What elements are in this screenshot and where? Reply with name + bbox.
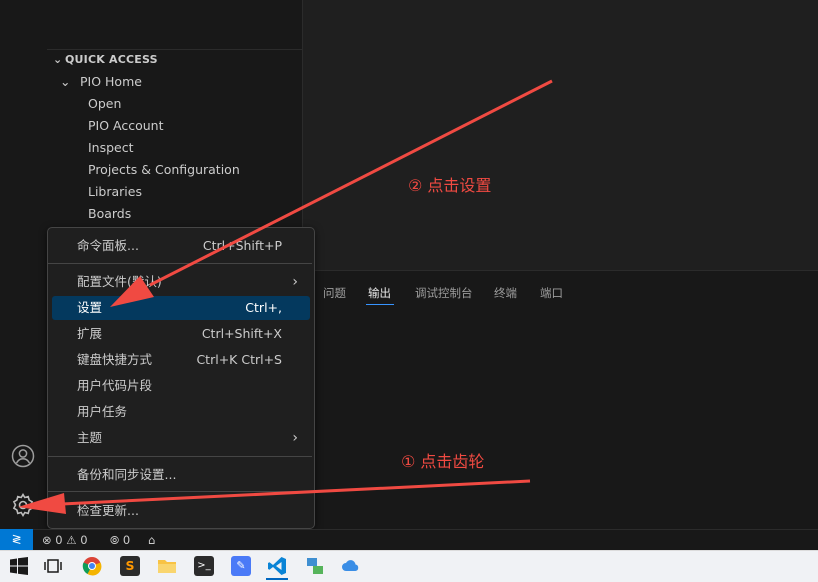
file-explorer-icon[interactable] [157, 557, 177, 578]
terminal-icon[interactable]: >_ [194, 556, 214, 576]
menu-item-user-tasks[interactable]: 用户任务 [52, 400, 310, 424]
chrome-icon[interactable] [82, 556, 102, 579]
menu-item-label: 主题 [77, 430, 103, 445]
menu-item-shortcut: Ctrl+K Ctrl+S [196, 352, 282, 367]
gear-icon[interactable] [10, 492, 36, 518]
tree-item-pio-home[interactable]: ⌄ PIO Home [60, 71, 315, 93]
editor-area [303, 0, 818, 270]
error-count: 0 [55, 533, 63, 547]
tab-ports[interactable]: 端口 [540, 285, 563, 301]
chevron-right-icon: › [292, 430, 298, 446]
tree-item-label: Libraries [88, 184, 142, 199]
tab-terminal[interactable]: 终端 [494, 285, 517, 301]
menu-item-shortcut: Ctrl+, [245, 300, 282, 315]
warning-icon: ⚠ [66, 533, 77, 547]
menu-item-profile[interactable]: 配置文件(默认) › [52, 270, 310, 294]
windows-start-icon[interactable] [10, 557, 28, 578]
menu-separator [48, 491, 312, 492]
network-app-icon[interactable] [305, 556, 325, 579]
remote-icon[interactable]: ≷ [0, 529, 33, 550]
menu-item-shortcut: Ctrl+Shift+P [202, 238, 282, 253]
tree-item-label: Open [88, 96, 122, 111]
menu-item-label: 配置文件(默认) [77, 274, 162, 289]
menu-item-user-snippets[interactable]: 用户代码片段 [52, 374, 310, 398]
tree-item-label: Projects & Configuration [88, 162, 240, 177]
menu-item-label: 备份和同步设置... [77, 467, 177, 482]
tab-debug-console[interactable]: 调试控制台 [415, 285, 473, 301]
menu-item-label: 命令面板... [77, 238, 139, 253]
broadcast-icon: ⦾ [110, 533, 120, 547]
ports-status[interactable]: ⦾ 0 [110, 533, 130, 548]
editor-app-icon[interactable]: ✎ [231, 556, 251, 576]
annotation-step-2: ② 点击设置 [408, 176, 492, 195]
tab-output[interactable]: 输出 [368, 285, 391, 301]
menu-item-label: 检查更新... [77, 503, 139, 518]
tree-item-label: Inspect [88, 140, 134, 155]
error-icon: ⊗ [42, 533, 52, 547]
active-app-indicator [266, 578, 288, 580]
cloud-app-icon[interactable] [341, 556, 361, 579]
menu-item-label: 用户代码片段 [77, 378, 153, 393]
bottom-panel [303, 270, 818, 530]
manage-menu: 命令面板... Ctrl+Shift+P 配置文件(默认) › 设置 Ctrl+… [47, 227, 315, 529]
task-view-icon[interactable] [44, 558, 62, 577]
sidebar-divider [47, 49, 302, 50]
menu-item-shortcut: Ctrl+Shift+X [201, 326, 282, 341]
vscode-icon[interactable] [267, 556, 287, 579]
annotation-step-1: ① 点击齿轮 [401, 452, 485, 471]
home-icon[interactable]: ⌂ [148, 533, 155, 547]
menu-item-label: 扩展 [77, 326, 103, 341]
menu-item-keyboard-shortcuts[interactable]: 键盘快捷方式 Ctrl+K Ctrl+S [52, 348, 310, 372]
menu-item-settings[interactable]: 设置 Ctrl+, [52, 296, 310, 320]
chevron-right-icon: › [292, 274, 298, 290]
menu-separator [48, 456, 312, 457]
tab-problems[interactable]: 问题 [323, 285, 346, 301]
tree-item-label: PIO Home [80, 74, 142, 89]
quick-access-header[interactable]: ⌄ QUICK ACCESS [53, 53, 158, 66]
tree-item-label: Boards [88, 206, 132, 221]
ports-count: 0 [122, 533, 131, 547]
tree-item-label: PIO Account [88, 118, 164, 133]
chevron-down-icon: ⌄ [60, 74, 71, 89]
menu-item-themes[interactable]: 主题 › [52, 426, 310, 450]
warning-count: 0 [80, 533, 88, 547]
problems-status[interactable]: ⊗ 0 ⚠ 0 [42, 533, 88, 547]
account-icon[interactable] [11, 444, 35, 468]
chevron-down-icon: ⌄ [53, 53, 63, 66]
section-title: QUICK ACCESS [65, 53, 158, 66]
menu-item-label: 设置 [77, 300, 103, 315]
sublime-icon[interactable]: S [120, 556, 140, 576]
menu-item-label: 用户任务 [77, 404, 128, 419]
menu-item-label: 键盘快捷方式 [77, 352, 153, 367]
menu-item-check-updates[interactable]: 检查更新... [52, 499, 310, 523]
menu-separator [48, 263, 312, 264]
active-tab-indicator [366, 304, 394, 305]
menu-item-extensions[interactable]: 扩展 Ctrl+Shift+X [52, 322, 310, 346]
menu-item-command-palette[interactable]: 命令面板... Ctrl+Shift+P [52, 234, 310, 258]
menu-item-backup-sync[interactable]: 备份和同步设置... [52, 463, 310, 487]
